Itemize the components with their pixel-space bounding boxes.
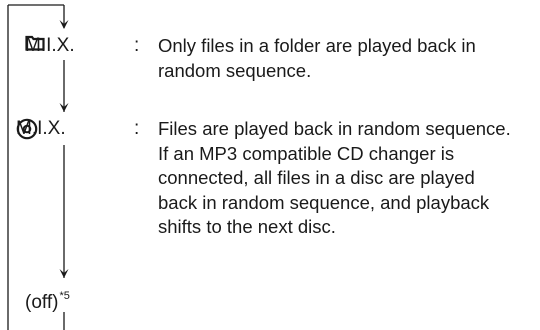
description-line: back in random sequence, and playback	[158, 191, 490, 213]
mode-description: Only files in a folder are played back i…	[158, 34, 540, 83]
description-line: If an MP3 compatible CD changer is	[158, 142, 455, 164]
description-line: Only files in a folder are played back i…	[158, 35, 476, 56]
mix-mode-flow-diagram: M.I.X. : Only files in a folder are play…	[0, 0, 540, 330]
description-line: Files are played back in random sequence…	[158, 118, 511, 139]
footnote-marker: *5	[59, 290, 70, 302]
separator-colon: :	[134, 35, 140, 56]
separator-colon: :	[134, 118, 140, 139]
description-line: shifts to the next disc.	[158, 216, 336, 237]
mode-mix-folder: M.I.X.	[25, 35, 83, 57]
description-line: connected, all files in a disc are playe…	[158, 167, 475, 188]
mode-description: Files are played back in random sequence…	[158, 117, 540, 240]
mode-label: (off)	[25, 292, 59, 313]
description-line: random sequence.	[158, 59, 312, 81]
mode-mix-disc: M.I.X.	[16, 118, 74, 140]
mode-off: (off)*5	[25, 285, 70, 314]
